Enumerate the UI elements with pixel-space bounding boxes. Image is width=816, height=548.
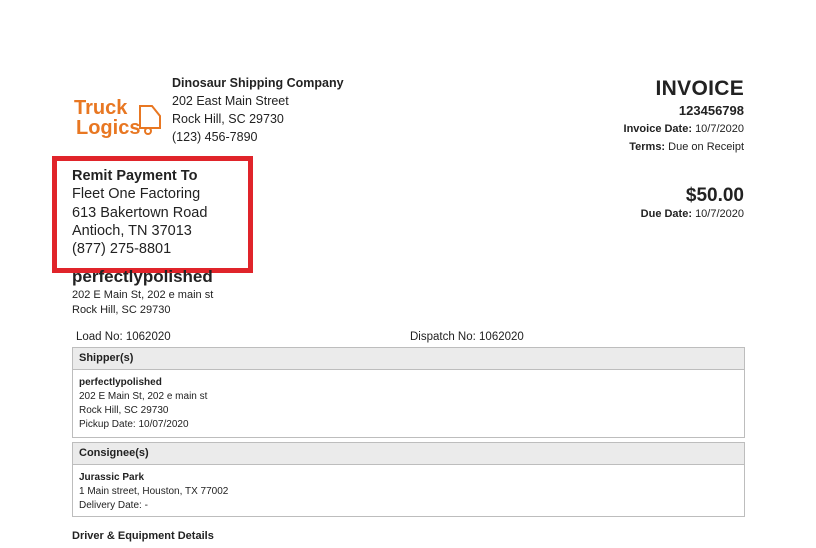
amount-due: $50.00	[685, 185, 744, 206]
shipper-address-line1: 202 E Main St, 202 e main st	[79, 391, 208, 402]
amount-due-block: $50.00 Due Date: 10/7/2020	[641, 185, 744, 222]
terms-label: Terms:	[629, 141, 666, 153]
consignee-details: Jurassic Park 1 Main street, Houston, TX…	[73, 465, 744, 519]
invoice-date-row: Invoice Date: 10/7/2020	[624, 120, 744, 138]
remit-phone: (877) 275-8801	[72, 241, 172, 258]
company-address-line1: 202 East Main Street	[172, 94, 289, 108]
consignee-name: Jurassic Park	[79, 472, 145, 483]
remit-address-line2: Antioch, TN 37013	[72, 222, 192, 239]
invoice-number: 123456798	[678, 103, 744, 118]
consignee-heading: Consignee(s)	[73, 443, 744, 465]
due-date: 10/7/2020	[695, 208, 744, 220]
remit-heading: Remit Payment To	[72, 168, 198, 184]
consignee-section: Consignee(s) Jurassic Park 1 Main street…	[72, 442, 745, 517]
company-name: Dinosaur Shipping Company	[172, 76, 344, 90]
pickup-date: Pickup Date: 10/07/2020	[79, 419, 189, 430]
logo-text-line1: Truck	[74, 97, 128, 119]
shipper-name: perfectlypolished	[79, 377, 162, 388]
remit-payment-box: Remit Payment To Fleet One Factoring 613…	[52, 156, 253, 273]
truck-logo-icon: Truck Logics	[74, 97, 161, 139]
customer-name: perfectlypolished	[72, 267, 213, 286]
due-date-label: Due Date:	[640, 208, 692, 220]
due-date-row: Due Date: 10/7/2020	[641, 207, 744, 222]
customer-address-line2: Rock Hill, SC 29730	[72, 304, 171, 316]
invoice-header: INVOICE 123456798 Invoice Date: 10/7/202…	[624, 76, 744, 156]
remit-address-line1: 613 Bakertown Road	[72, 204, 208, 221]
remit-name: Fleet One Factoring	[72, 186, 201, 203]
shipper-details: perfectlypolished 202 E Main St, 202 e m…	[73, 370, 744, 438]
dispatch-number: Dispatch No: 1062020	[410, 331, 524, 343]
delivery-date: Delivery Date: -	[79, 500, 148, 511]
driver-equipment-heading: Driver & Equipment Details	[72, 530, 214, 542]
invoice-title: INVOICE	[655, 77, 744, 100]
invoice-date-label: Invoice Date:	[623, 123, 692, 135]
terms-value: Due on Receipt	[668, 141, 744, 153]
customer-address-line1: 202 E Main St, 202 e main st	[72, 289, 214, 301]
invoice-terms-row: Terms: Due on Receipt	[624, 138, 744, 156]
shipper-heading: Shipper(s)	[73, 348, 744, 370]
customer-info: perfectlypolished 202 E Main St, 202 e m…	[72, 266, 213, 318]
shipper-section: Shipper(s) perfectlypolished 202 E Main …	[72, 347, 745, 438]
company-phone: (123) 456-7890	[172, 130, 258, 144]
company-info: Dinosaur Shipping Company 202 East Main …	[172, 74, 344, 146]
company-logo: Truck Logics	[70, 94, 166, 140]
shipper-address-line2: Rock Hill, SC 29730	[79, 405, 169, 416]
load-number: Load No: 1062020	[76, 331, 171, 343]
logo-text-line2: Logics	[76, 117, 140, 139]
company-address-line2: Rock Hill, SC 29730	[172, 112, 284, 126]
consignee-address: 1 Main street, Houston, TX 77002	[79, 486, 229, 497]
invoice-date: 10/7/2020	[695, 123, 744, 135]
